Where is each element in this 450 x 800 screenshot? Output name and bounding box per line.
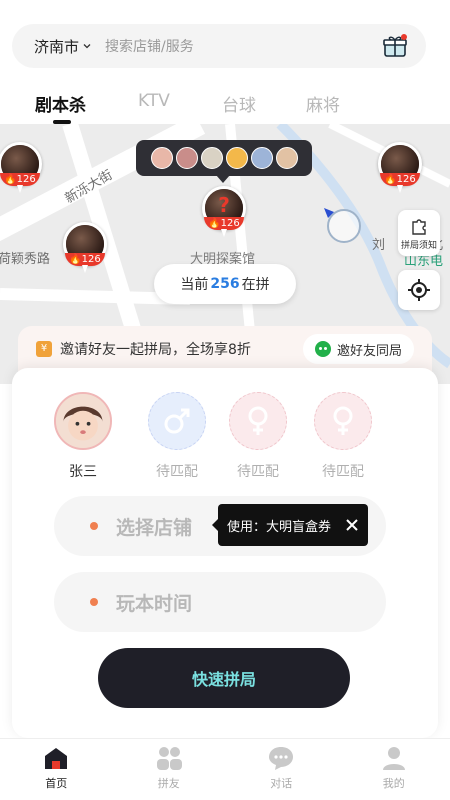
avatar — [54, 392, 112, 450]
road-label: 刘 — [372, 238, 386, 253]
nav-item-home[interactable]: 首页 — [0, 739, 113, 800]
rules-button[interactable]: 拼局须知 — [398, 210, 440, 256]
location-marker-icon — [324, 208, 361, 243]
female-icon — [248, 406, 268, 435]
fire-icon: 🔥 — [69, 254, 82, 265]
nav-label: 拼友 — [157, 777, 180, 790]
tab-billiards[interactable]: 台球 — [222, 91, 256, 116]
friends-icon — [156, 747, 182, 770]
online-count-pill: 当前 256 在拼 — [154, 264, 296, 304]
nav-item-friends[interactable]: 拼友 — [113, 739, 226, 800]
player-slot-user[interactable]: 张三 — [54, 392, 112, 481]
nav-item-chat[interactable]: 对话 — [225, 739, 338, 800]
search-bar[interactable]: 济南市 搜索店铺/服务 — [12, 24, 426, 68]
player-slot-male[interactable]: 待匹配 — [148, 392, 206, 481]
invite-button-label: 邀好友同局 — [336, 343, 402, 359]
male-icon — [164, 408, 190, 434]
nav-label: 我的 — [382, 777, 405, 790]
chat-icon — [269, 747, 294, 770]
coupon-icon: ¥ — [36, 341, 52, 357]
category-tabs: 剧本杀 KTV 台球 麻将 — [0, 78, 450, 124]
player-avatar-strip — [136, 140, 312, 183]
avatar — [250, 147, 273, 169]
count-suffix: 在拼 — [241, 277, 270, 293]
player-slot-female[interactable]: 待匹配 — [314, 392, 372, 481]
store-pin[interactable]: 🔥126 — [378, 142, 422, 194]
locate-icon — [408, 279, 430, 301]
invite-text: 邀请好友一起拼局，全场享8折 — [60, 342, 251, 358]
slot-status: 待匹配 — [237, 464, 279, 480]
store-pin[interactable]: 🔥126 — [63, 222, 107, 274]
male-slot-ring — [148, 392, 206, 450]
gift-icon[interactable] — [382, 33, 408, 59]
city-selector[interactable]: 济南市 — [34, 36, 91, 57]
question-mark-icon: ? — [218, 193, 230, 217]
count-prefix: 当前 — [180, 277, 209, 293]
pin-badge: 🔥126 — [65, 253, 105, 266]
fire-icon: 🔥 — [4, 174, 17, 185]
quick-match-button[interactable]: 快速拼局 — [98, 648, 350, 708]
invite-banner: ¥ 邀请好友一起拼局，全场享8折 邀好友同局 — [18, 326, 432, 372]
tab-ktv[interactable]: KTV — [138, 91, 170, 111]
pin-badge: 🔥126 — [0, 173, 40, 186]
avatar — [275, 147, 298, 169]
tab-underline — [53, 120, 71, 124]
field-dot — [90, 598, 98, 606]
pin-badge: 🔥126 — [380, 173, 420, 186]
count-number: 256 — [210, 276, 240, 292]
pin-badge: 🔥126 — [204, 217, 244, 230]
slot-status: 待匹配 — [156, 464, 198, 480]
player-slot-female[interactable]: 待匹配 — [229, 392, 287, 481]
home-icon — [45, 748, 68, 769]
coupon-tooltip: 使用：大明盲盒券 — [212, 504, 368, 546]
wechat-icon — [314, 341, 331, 357]
store-pin[interactable]: 🔥126 — [0, 142, 42, 194]
tab-mahjong[interactable]: 麻将 — [306, 91, 340, 116]
profile-icon — [382, 747, 405, 770]
chevron-down-icon — [83, 44, 91, 49]
close-icon[interactable] — [344, 517, 360, 533]
fire-icon: 🔥 — [384, 174, 397, 185]
nav-label: 首页 — [45, 777, 68, 790]
avatar — [175, 147, 198, 169]
female-slot-ring — [229, 392, 287, 450]
coupon-tooltip-text: 使用：大明盲盒券 — [227, 519, 332, 535]
fire-icon: 🔥 — [208, 218, 221, 229]
field-dot — [90, 522, 98, 530]
locate-button[interactable] — [398, 270, 440, 310]
city-label: 济南市 — [34, 37, 80, 56]
rules-button-label: 拼局须知 — [400, 240, 437, 251]
nav-item-profile[interactable]: 我的 — [338, 739, 450, 800]
puzzle-icon — [412, 218, 426, 235]
avatar — [225, 147, 248, 169]
tab-jubensha[interactable]: 剧本杀 — [35, 91, 86, 116]
search-input[interactable]: 搜索店铺/服务 — [105, 36, 194, 56]
player-name: 张三 — [69, 464, 97, 480]
slot-status: 待匹配 — [322, 464, 364, 480]
store-pin-selected[interactable]: ? 🔥126 — [202, 186, 246, 238]
invite-friends-button[interactable]: 邀好友同局 — [302, 334, 414, 364]
play-time-field[interactable]: 玩本时间 — [54, 572, 386, 632]
nav-label: 对话 — [270, 777, 293, 790]
road-label: 荷颖秀路 — [0, 252, 51, 267]
female-icon — [333, 406, 353, 435]
match-panel: 张三 待匹配 待匹配 待匹配 选择店铺 使用：大明盲盒券 玩本时间 快速拼局 — [12, 368, 438, 738]
avatar — [200, 147, 223, 169]
avatar — [150, 147, 173, 169]
top-bar: 济南市 搜索店铺/服务 — [0, 0, 450, 78]
female-slot-ring — [314, 392, 372, 450]
select-store-label: 选择店铺 — [116, 516, 193, 539]
play-time-label: 玩本时间 — [116, 592, 193, 615]
bottom-nav: 首页 拼友 对话 我的 — [0, 738, 450, 800]
